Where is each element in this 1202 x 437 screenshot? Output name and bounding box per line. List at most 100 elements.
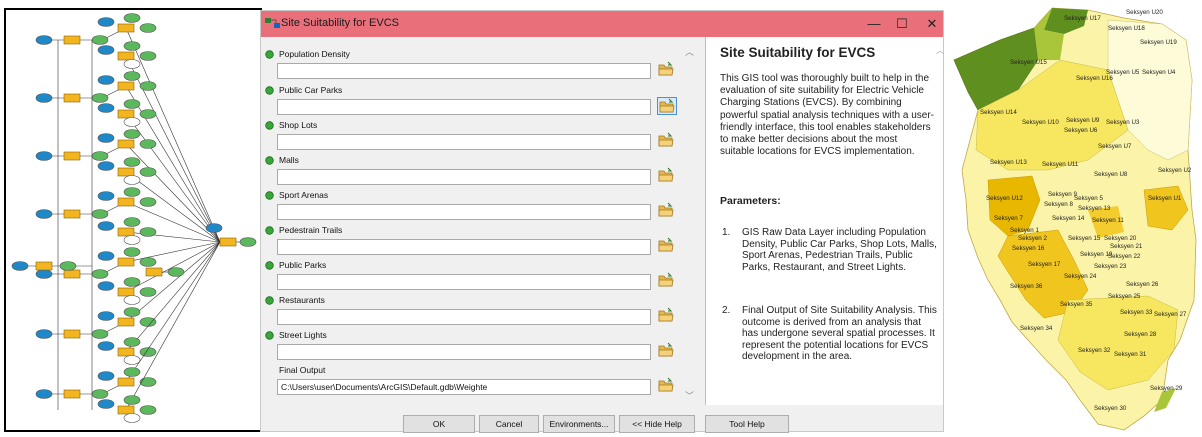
- tool-node: [63, 329, 81, 339]
- tool-node: [117, 51, 135, 61]
- help-item-number: 2.: [722, 305, 731, 316]
- output-data-node: [139, 317, 157, 327]
- maximize-button[interactable]: ☐: [887, 13, 917, 35]
- hide-help-button[interactable]: << Hide Help: [619, 415, 695, 433]
- output-data-node: [123, 247, 141, 257]
- map-area-label: Seksyen U1: [1148, 195, 1182, 202]
- parameter-node: [123, 295, 141, 305]
- ok-button[interactable]: OK: [403, 415, 475, 433]
- map-area-label: Seksyen U16: [1076, 75, 1113, 82]
- param-input[interactable]: [277, 344, 651, 360]
- output-data-node: [123, 41, 141, 51]
- param-label: Shop Lots: [279, 120, 318, 130]
- required-param-icon: [265, 191, 274, 200]
- input-data-node: [97, 75, 115, 85]
- input-data-node: [97, 161, 115, 171]
- browse-folder-button[interactable]: [657, 342, 677, 360]
- output-data-node: [91, 151, 109, 161]
- browse-folder-button[interactable]: [657, 167, 677, 185]
- tool-help-button[interactable]: Tool Help: [705, 415, 789, 433]
- map-area-label: Seksyen 8: [1044, 201, 1073, 208]
- cancel-button[interactable]: Cancel: [479, 415, 539, 433]
- minimize-button[interactable]: —: [859, 13, 889, 35]
- input-data-node: [97, 281, 115, 291]
- output-data-node: [123, 129, 141, 139]
- output-data-node: [91, 209, 109, 219]
- browse-folder-button[interactable]: [657, 237, 677, 255]
- connector-line: [125, 241, 221, 353]
- map-area-label: Seksyen 2: [1018, 235, 1047, 242]
- help-scroll-up-icon[interactable]: ︿: [936, 45, 944, 56]
- param-input[interactable]: [277, 274, 651, 290]
- folder-icon: [658, 202, 674, 217]
- tool-node: [117, 23, 135, 33]
- param-input[interactable]: [277, 239, 651, 255]
- browse-folder-button[interactable]: [657, 307, 677, 325]
- map-area-label: Seksyen 28: [1124, 331, 1157, 338]
- parameters-scrollbar[interactable]: ︿ ﹀: [683, 37, 695, 405]
- output-data-node: [91, 269, 109, 279]
- param-input[interactable]: [277, 204, 651, 220]
- tool-node: [63, 35, 81, 45]
- folder-icon: [658, 237, 674, 252]
- param-input[interactable]: [277, 63, 651, 79]
- map-area-label: Seksyen 25: [1108, 293, 1141, 300]
- parameter-node: [123, 413, 141, 423]
- map-area-label: Seksyen 32: [1078, 347, 1111, 354]
- input-data-node: [205, 223, 223, 233]
- tool-node: [145, 267, 163, 277]
- connector-line: [125, 85, 221, 243]
- folder-icon: [658, 377, 674, 392]
- output-data-node: [139, 227, 157, 237]
- map-area-label: Seksyen U17: [1064, 15, 1101, 22]
- input-data-node: [35, 35, 53, 45]
- scroll-up-icon[interactable]: ︿: [685, 45, 694, 58]
- tool-dialog: Site Suitability for EVCS — ☐ ✕ Populati…: [260, 10, 944, 433]
- map-area-label: Seksyen U10: [1022, 119, 1059, 126]
- environments-button[interactable]: Environments...: [543, 415, 615, 433]
- tool-node: [63, 151, 81, 161]
- browse-folder-button[interactable]: [657, 202, 677, 220]
- output-data-node: [167, 267, 185, 277]
- browse-folder-button[interactable]: [657, 272, 677, 290]
- browse-folder-button[interactable]: [657, 61, 677, 79]
- scroll-down-icon[interactable]: ﹀: [685, 389, 694, 402]
- close-button[interactable]: ✕: [917, 13, 947, 35]
- param-input[interactable]: [277, 309, 651, 325]
- tool-node: [117, 139, 135, 149]
- param-label: Street Lights: [279, 330, 327, 340]
- folder-icon: [658, 132, 674, 147]
- map-area-label: Seksyen 21: [1110, 243, 1143, 250]
- output-data-node: [123, 187, 141, 197]
- param-input[interactable]: [277, 99, 651, 115]
- output-data-node: [139, 139, 157, 149]
- map-area-label: Seksyen U13: [990, 159, 1027, 166]
- required-param-icon: [265, 261, 274, 270]
- map-canvas: Seksyen U20 Seksyen U17 Seksyen U18 Seksyen…: [953, 7, 1197, 431]
- help-title: Site Suitability for EVCS: [720, 45, 876, 60]
- required-param-icon: [265, 156, 274, 165]
- tool-node: [117, 81, 135, 91]
- title-bar[interactable]: Site Suitability for EVCS — ☐ ✕: [261, 11, 943, 37]
- tool-node: [117, 227, 135, 237]
- folder-icon: [658, 272, 674, 287]
- map-area-label: Seksyen 33: [1120, 309, 1153, 316]
- param-input[interactable]: [277, 134, 651, 150]
- suitability-map: Seksyen U20 Seksyen U17 Seksyen U18 Seksyen…: [948, 0, 1202, 432]
- tool-node: [63, 93, 81, 103]
- required-param-icon: [265, 296, 274, 305]
- param-label: Sport Arenas: [279, 190, 329, 200]
- param-input[interactable]: [277, 169, 651, 185]
- browse-folder-button[interactable]: [657, 97, 677, 115]
- output-data-node: [123, 277, 141, 287]
- parameter-node: [123, 117, 141, 127]
- map-area-label: Seksyen U6: [1064, 127, 1098, 134]
- map-area-label: Seksyen 30: [1094, 405, 1127, 412]
- browse-folder-button[interactable]: [657, 132, 677, 150]
- input-data-node: [97, 45, 115, 55]
- browse-folder-button[interactable]: [657, 377, 677, 395]
- tool-node: [117, 257, 135, 267]
- input-data-node: [97, 133, 115, 143]
- final-output-input[interactable]: C:\Users\user\Documents\ArcGIS\Default.g…: [277, 379, 651, 395]
- map-area-label: Seksyen U2: [1158, 167, 1192, 174]
